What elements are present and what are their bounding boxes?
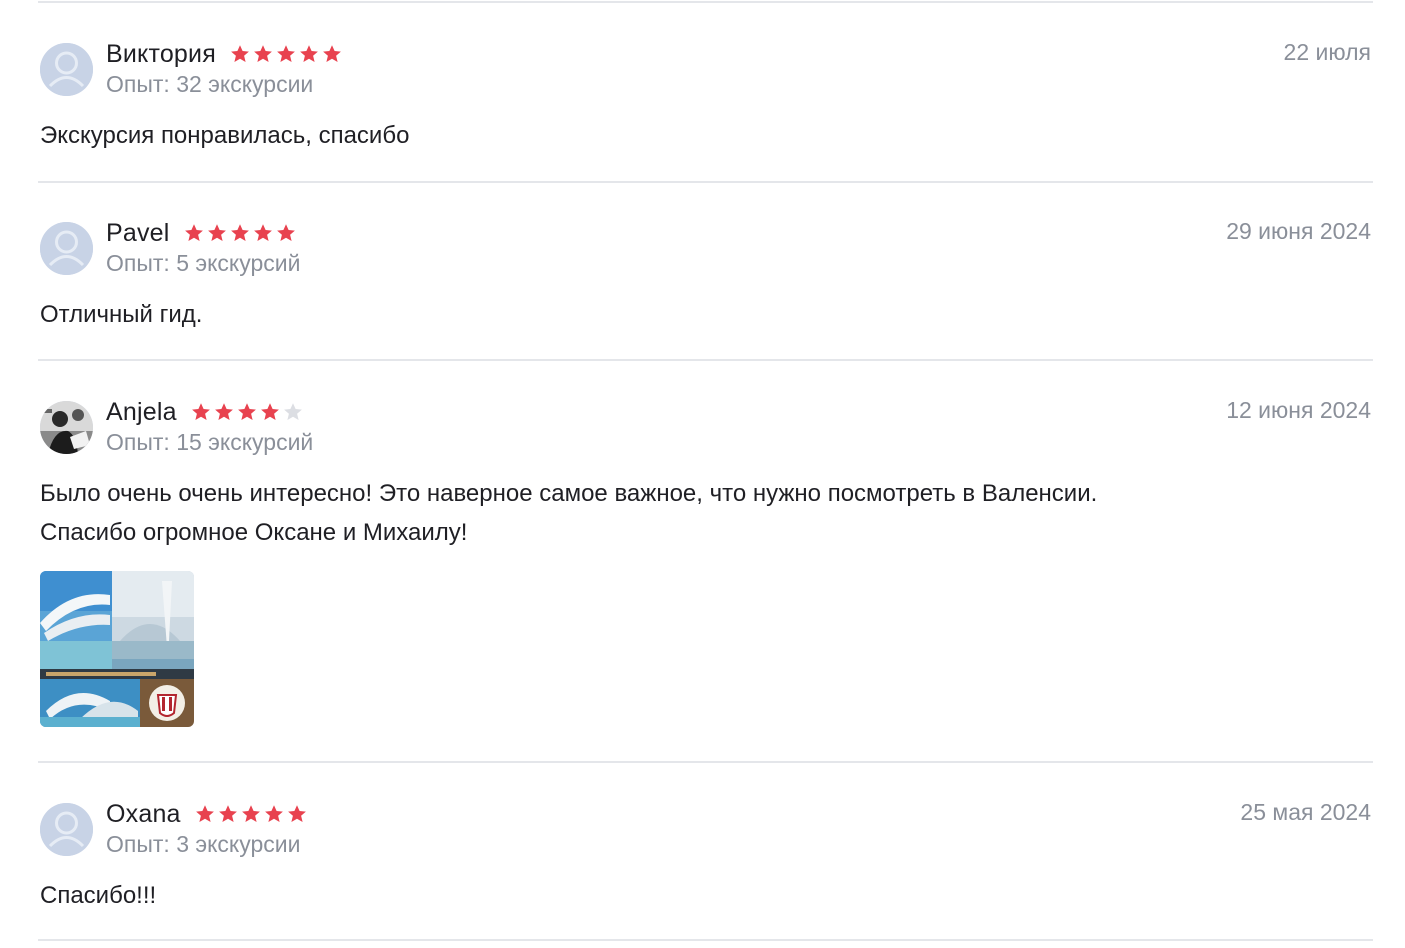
review-date: 12 июня 2024 <box>1226 397 1371 423</box>
review-text: Отличный гид. <box>40 301 203 328</box>
review-item: Pavel Опыт: 5 экскурсий 29 июня 2024 Отл… <box>40 218 1371 332</box>
star-filled-icon <box>231 45 249 62</box>
divider <box>38 181 1373 183</box>
review-item: Oxana Опыт: 3 экскурсии 25 мая 2024 Спас… <box>40 799 1371 913</box>
star-filled-icon <box>300 45 318 62</box>
reviewer-name[interactable]: Pavel <box>106 219 170 248</box>
rating-stars <box>191 402 303 422</box>
star-filled-icon <box>230 224 249 241</box>
reviewer-name[interactable]: Oxana <box>106 800 181 829</box>
star-filled-icon <box>287 805 306 822</box>
star-filled-icon <box>191 403 210 420</box>
divider <box>38 939 1373 941</box>
reviewer-name[interactable]: Anjela <box>106 398 177 427</box>
star-filled-icon <box>207 224 226 241</box>
star-filled-icon <box>241 805 260 822</box>
star-filled-icon <box>253 224 272 241</box>
reviewer-experience: Опыт: 15 экскурсий <box>106 429 314 455</box>
review-text: Экскурсия понравилась, спасибо <box>40 122 410 149</box>
divider <box>38 359 1373 361</box>
reviewer-experience: Опыт: 3 экскурсии <box>106 831 301 857</box>
star-filled-icon <box>237 403 256 420</box>
rating-stars <box>195 804 307 824</box>
reviewer-experience: Опыт: 5 экскурсий <box>106 250 301 276</box>
default-user-icon <box>40 222 93 275</box>
star-filled-icon <box>184 224 203 241</box>
divider <box>38 1 1373 3</box>
star-filled-icon <box>260 403 279 420</box>
review-date: 25 мая 2024 <box>1240 799 1371 825</box>
star-filled-icon <box>264 805 283 822</box>
rating-stars <box>230 44 342 64</box>
review-date: 22 июля <box>1283 39 1371 65</box>
default-user-icon <box>40 43 93 96</box>
review-item: Anjela Опыт: 15 экскурсий 12 июня 2024 Б… <box>40 397 1371 731</box>
avatar[interactable] <box>40 401 93 454</box>
default-user-icon <box>40 803 93 856</box>
review-text: Спасибо!!! <box>40 882 157 909</box>
star-filled-icon <box>323 45 341 62</box>
avatar[interactable] <box>40 803 93 856</box>
valencia-collage-image <box>40 571 194 727</box>
star-empty-icon <box>283 403 302 420</box>
review-text: Было очень очень интересно! Это наверное… <box>40 474 1340 552</box>
star-filled-icon <box>277 45 295 62</box>
star-filled-icon <box>254 45 272 62</box>
review-text-line: Было очень очень интересно! Это наверное… <box>40 480 1098 507</box>
star-filled-icon <box>218 805 237 822</box>
divider <box>38 761 1373 763</box>
star-filled-icon <box>276 224 295 241</box>
star-filled-icon <box>195 805 214 822</box>
user-photo <box>40 401 93 454</box>
review-photo[interactable] <box>40 571 194 727</box>
avatar[interactable] <box>40 222 93 275</box>
avatar[interactable] <box>40 43 93 96</box>
review-item: Виктория Опыт: 32 экскурсии 22 июля Экск… <box>40 39 1371 153</box>
rating-stars <box>184 223 296 243</box>
reviewer-experience: Опыт: 32 экскурсии <box>106 71 314 97</box>
reviewer-name[interactable]: Виктория <box>106 40 216 69</box>
review-date: 29 июня 2024 <box>1226 218 1371 244</box>
star-filled-icon <box>214 403 233 420</box>
review-text-line: Спасибо огромное Оксане и Михаилу! <box>40 519 468 546</box>
